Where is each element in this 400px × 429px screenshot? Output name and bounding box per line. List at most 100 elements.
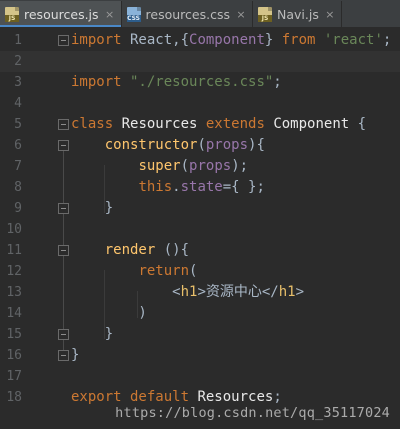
editor-tab-bar: JS resources.js × CSS resources.css × JS… <box>0 0 400 28</box>
code-token: this <box>138 179 173 195</box>
line-number: 4 <box>14 96 22 111</box>
fold-icon[interactable] <box>58 245 69 256</box>
code-line[interactable]: 6 constructor(props){ <box>0 135 400 156</box>
code-line[interactable]: 15 } <box>0 324 400 345</box>
code-line[interactable]: 3 import "./resources.css"; <box>0 72 400 93</box>
code-token: (){ <box>155 242 190 258</box>
line-number: 14 <box>6 306 22 321</box>
code-text: render (){ <box>71 240 189 261</box>
fold-icon[interactable] <box>58 350 69 361</box>
line-number: 7 <box>14 159 22 174</box>
code-token: import <box>71 32 122 48</box>
code-text: this.state={ }; <box>71 177 265 198</box>
tab-label: Navi.js <box>277 6 319 22</box>
watermark: https://blog.csdn.net/qq_35117024 <box>115 405 390 421</box>
code-text: class Resources extends Component { <box>71 114 366 135</box>
code-line[interactable]: 2 <box>0 51 400 72</box>
code-token: ( <box>189 263 198 279</box>
code-token: render <box>104 242 156 258</box>
code-token: . <box>172 179 181 195</box>
code-token: ){ <box>248 137 265 153</box>
code-token: extends <box>205 116 265 132</box>
tab-navi-js[interactable]: JS Navi.js × <box>253 1 342 27</box>
code-token: super <box>138 158 181 174</box>
code-token: ; <box>273 389 282 405</box>
code-token: ; <box>382 32 392 48</box>
code-token: > <box>295 284 305 300</box>
code-token: h1 <box>278 284 296 300</box>
close-tab-icon[interactable]: × <box>105 8 115 21</box>
line-number: 13 <box>6 285 22 300</box>
fold-icon[interactable] <box>58 203 69 214</box>
code-line[interactable]: 11 render (){ <box>0 240 400 261</box>
code-line[interactable]: 10 <box>0 219 400 240</box>
code-token: ( <box>197 137 206 153</box>
line-number: 5 <box>14 117 22 132</box>
code-token: ; <box>273 74 282 90</box>
tab-resources-js[interactable]: JS resources.js × <box>0 1 122 27</box>
code-text: <h1>资源中心</h1> <box>71 282 304 303</box>
code-text: } <box>71 198 113 219</box>
code-token: Resources <box>189 389 274 405</box>
line-number: 12 <box>6 264 22 279</box>
code-token: "./resources.css" <box>121 74 274 90</box>
code-text: import "./resources.css"; <box>71 72 282 93</box>
code-token: state <box>180 179 223 195</box>
line-number: 1 <box>14 33 22 48</box>
code-line[interactable]: 12 return( <box>0 261 400 282</box>
fold-icon[interactable] <box>58 140 69 151</box>
code-line[interactable]: 17 <box>0 366 400 387</box>
code-token: { <box>357 116 367 132</box>
line-number: 18 <box>6 390 22 405</box>
js-file-icon: JS <box>258 6 272 22</box>
code-token: props <box>189 158 232 174</box>
line-number: 16 <box>6 348 22 363</box>
code-token: ={ }; <box>222 179 265 195</box>
code-token: export default <box>71 389 190 405</box>
tab-label: resources.js <box>24 6 99 22</box>
code-text: } <box>71 345 79 366</box>
code-token: props <box>205 137 249 153</box>
code-line[interactable]: 13 <h1>资源中心</h1> <box>0 282 400 303</box>
code-token: Resources <box>113 116 206 132</box>
line-number: 17 <box>6 369 22 384</box>
close-tab-icon[interactable]: × <box>325 8 335 21</box>
line-number: 9 <box>14 201 22 216</box>
css-file-icon: CSS <box>126 6 141 22</box>
code-token: } <box>71 347 80 363</box>
code-token: constructor <box>104 137 198 153</box>
fold-icon[interactable] <box>58 329 69 340</box>
code-token: 'react' <box>315 32 383 48</box>
code-token: } <box>71 326 114 342</box>
code-line[interactable]: 7 super(props); <box>0 156 400 177</box>
code-line[interactable]: 5 class Resources extends Component { <box>0 114 400 135</box>
code-line[interactable]: 8 this.state={ }; <box>0 177 400 198</box>
js-file-icon: JS <box>5 6 19 22</box>
code-line[interactable]: 1 import React,{Component} from 'react'; <box>0 30 400 51</box>
code-line[interactable]: 14 ) <box>0 303 400 324</box>
code-token: from <box>281 32 316 48</box>
code-text: constructor(props){ <box>71 135 265 156</box>
fold-icon[interactable] <box>58 119 69 130</box>
code-line[interactable]: 16} <box>0 345 400 366</box>
code-line[interactable]: 9 } <box>0 198 400 219</box>
line-number: 10 <box>6 222 22 237</box>
code-token: } <box>264 32 282 48</box>
line-number: 8 <box>14 180 22 195</box>
line-number: 2 <box>14 54 22 69</box>
code-token: Component <box>264 116 358 132</box>
tab-label: resources.css <box>145 6 230 22</box>
tab-resources-css[interactable]: CSS resources.css × <box>122 1 253 27</box>
code-editor[interactable]: 1 import React,{ Component} from 'react'; 2… <box>0 28 400 429</box>
code-line[interactable]: 4 <box>0 93 400 114</box>
fold-icon[interactable] <box>58 35 69 46</box>
code-token: < <box>71 284 181 300</box>
close-tab-icon[interactable]: × <box>236 8 246 21</box>
code-token: } <box>71 200 114 216</box>
code-token: React,{ <box>121 32 190 48</box>
code-token: ); <box>231 158 249 174</box>
